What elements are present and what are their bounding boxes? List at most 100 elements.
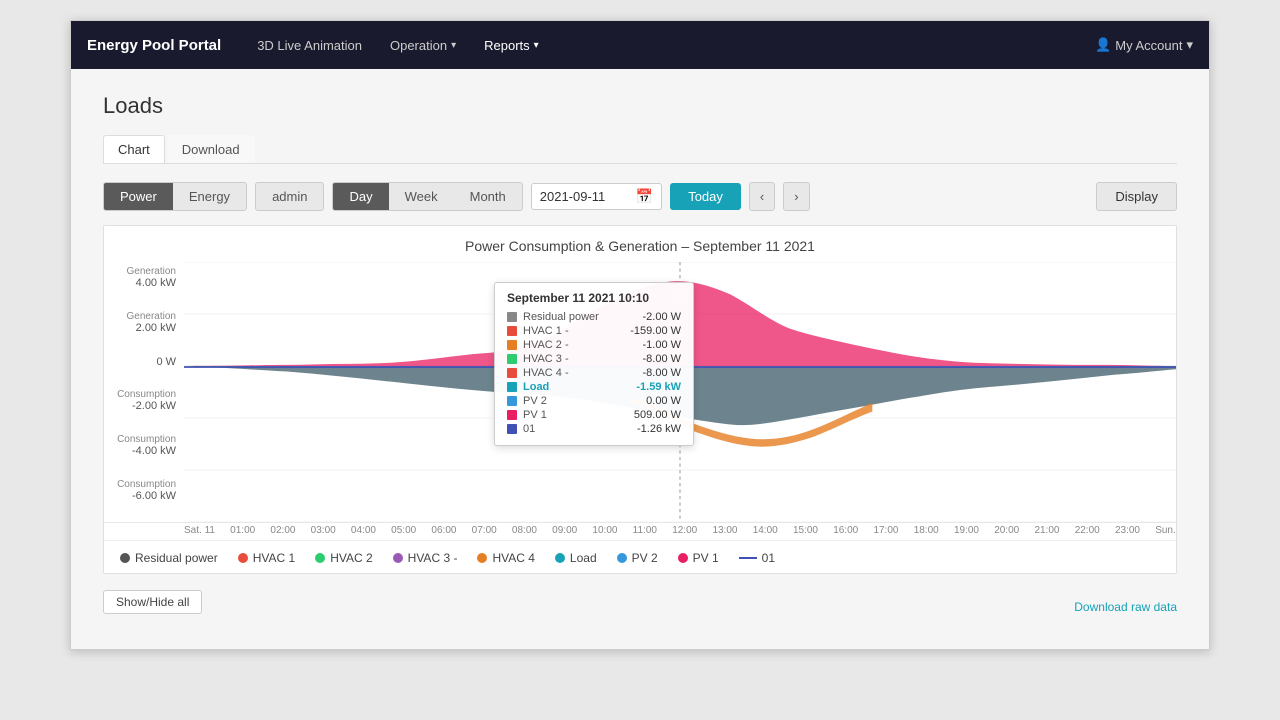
tab-chart[interactable]: Chart <box>103 135 165 163</box>
energy-btn[interactable]: Energy <box>173 183 246 210</box>
admin-badge: admin <box>255 182 324 211</box>
tooltip-title: September 11 2021 10:10 <box>507 291 681 305</box>
tooltip-label-pv1: PV 1 <box>523 409 615 421</box>
nav-item-reports[interactable]: Reports ▾ <box>472 32 551 59</box>
legend-dot-pv2 <box>617 553 627 563</box>
legend-residual[interactable]: Residual power <box>120 551 218 565</box>
tooltip-row-hvac3: HVAC 3 - -8.00 W <box>507 353 681 365</box>
week-btn[interactable]: Week <box>389 183 454 210</box>
toolbar: Power Energy admin Day Week Month 📅 Toda… <box>103 182 1177 211</box>
y-label-neg6kw: Consumption -6.00 kW <box>108 479 176 502</box>
show-hide-btn[interactable]: Show/Hide all <box>103 590 202 614</box>
legend-label-hvac2: HVAC 2 <box>330 551 372 565</box>
tooltip-row-hvac2: HVAC 2 - -1.00 W <box>507 339 681 351</box>
tabs: Chart Download <box>103 135 1177 164</box>
tooltip-color-hvac4 <box>507 368 517 378</box>
legend-pv2[interactable]: PV 2 <box>617 551 658 565</box>
tooltip-row-hvac4: HVAC 4 - -8.00 W <box>507 367 681 379</box>
calendar-icon[interactable]: 📅 <box>636 188 653 205</box>
legend-label-residual: Residual power <box>135 551 218 565</box>
legend-label-hvac3: HVAC 3 - <box>408 551 458 565</box>
y-label-neg2kw: Consumption -2.00 kW <box>108 389 176 412</box>
y-label-neg4kw: Consumption -4.00 kW <box>108 434 176 457</box>
tab-download[interactable]: Download <box>167 135 255 163</box>
tooltip-value-load: -1.59 kW <box>621 381 681 393</box>
chart-container: Power Consumption & Generation – Septemb… <box>103 225 1177 574</box>
tooltip-color-load <box>507 382 517 392</box>
chart-area: Generation 4.00 kW Generation 2.00 kW 0 … <box>104 262 1176 522</box>
prev-btn[interactable]: ‹ <box>749 182 775 211</box>
legend-dot-pv1 <box>678 553 688 563</box>
legend-dot-hvac3 <box>393 553 403 563</box>
legend-dot-hvac2 <box>315 553 325 563</box>
tooltip-label-01: 01 <box>523 423 615 435</box>
legend-load[interactable]: Load <box>555 551 597 565</box>
tooltip-row-load: Load -1.59 kW <box>507 381 681 393</box>
legend-dot-load <box>555 553 565 563</box>
date-picker-wrap: 📅 <box>531 183 662 210</box>
nav-items: 3D Live Animation Operation ▾ Reports ▾ <box>245 32 1095 59</box>
legend-hvac3[interactable]: HVAC 3 - <box>393 551 458 565</box>
month-btn[interactable]: Month <box>454 183 522 210</box>
tooltip-color-residual <box>507 312 517 322</box>
tooltip-color-hvac1 <box>507 326 517 336</box>
nav-item-animation[interactable]: 3D Live Animation <box>245 32 374 59</box>
legend-dot-hvac1 <box>238 553 248 563</box>
tooltip-row-pv2: PV 2 0.00 W <box>507 395 681 407</box>
x-axis: Sat. 11 01:00 02:00 03:00 04:00 05:00 06… <box>104 522 1176 540</box>
time-period-group: Day Week Month <box>332 182 522 211</box>
brand: Energy Pool Portal <box>87 37 221 54</box>
tooltip-value-hvac4: -8.00 W <box>621 367 681 379</box>
legend-label-hvac4: HVAC 4 <box>492 551 534 565</box>
tooltip-value-pv1: 509.00 W <box>621 409 681 421</box>
tooltip-color-01 <box>507 424 517 434</box>
legend-label-pv1: PV 1 <box>693 551 719 565</box>
tooltip-value-01: -1.26 kW <box>621 423 681 435</box>
next-btn[interactable]: › <box>783 182 809 211</box>
power-btn[interactable]: Power <box>104 183 173 210</box>
day-btn[interactable]: Day <box>333 183 388 210</box>
date-input[interactable] <box>540 189 630 204</box>
tooltip-label-hvac1: HVAC 1 - <box>523 325 615 337</box>
account-menu[interactable]: 👤 My Account ▾ <box>1095 37 1193 53</box>
operation-caret: ▾ <box>451 40 456 51</box>
chart-title: Power Consumption & Generation – Septemb… <box>104 238 1176 254</box>
legend-dot-residual <box>120 553 130 563</box>
power-energy-group: Power Energy <box>103 182 247 211</box>
tooltip-color-pv2 <box>507 396 517 406</box>
tooltip-label-hvac4: HVAC 4 - <box>523 367 615 379</box>
legend-hvac1[interactable]: HVAC 1 <box>238 551 295 565</box>
y-label-2kw: Generation 2.00 kW <box>108 311 176 334</box>
nav-item-operation[interactable]: Operation ▾ <box>378 32 468 59</box>
chart-tooltip: September 11 2021 10:10 Residual power -… <box>494 282 694 446</box>
legend-hvac4[interactable]: HVAC 4 <box>477 551 534 565</box>
display-btn[interactable]: Display <box>1096 182 1177 211</box>
y-label-4kw: Generation 4.00 kW <box>108 266 176 289</box>
legend-hvac2[interactable]: HVAC 2 <box>315 551 372 565</box>
navbar: Energy Pool Portal 3D Live Animation Ope… <box>71 21 1209 69</box>
tooltip-value-pv2: 0.00 W <box>621 395 681 407</box>
tooltip-color-hvac2 <box>507 340 517 350</box>
tooltip-value-hvac3: -8.00 W <box>621 353 681 365</box>
legend-label-load: Load <box>570 551 597 565</box>
main-content: Loads Chart Download Power Energy admin … <box>71 69 1209 649</box>
page-title: Loads <box>103 93 1177 119</box>
tooltip-label-residual: Residual power <box>523 311 615 323</box>
legend-dot-hvac4 <box>477 553 487 563</box>
legend-line-01 <box>739 557 757 559</box>
y-label-0: 0 W <box>108 356 176 368</box>
chart-svg-wrap[interactable]: September 11 2021 10:10 Residual power -… <box>184 262 1176 522</box>
tooltip-row-residual: Residual power -2.00 W <box>507 311 681 323</box>
tooltip-color-pv1 <box>507 410 517 420</box>
tooltip-row-pv1: PV 1 509.00 W <box>507 409 681 421</box>
legend-label-pv2: PV 2 <box>632 551 658 565</box>
download-raw-link[interactable]: Download raw data <box>1074 592 1177 614</box>
user-icon: 👤 <box>1095 37 1111 53</box>
tooltip-value-hvac2: -1.00 W <box>621 339 681 351</box>
legend-01[interactable]: 01 <box>739 551 775 565</box>
reports-caret: ▾ <box>534 40 539 51</box>
legend-pv1[interactable]: PV 1 <box>678 551 719 565</box>
tooltip-label-hvac2: HVAC 2 - <box>523 339 615 351</box>
legend-label-01: 01 <box>762 551 775 565</box>
today-btn[interactable]: Today <box>670 183 741 210</box>
